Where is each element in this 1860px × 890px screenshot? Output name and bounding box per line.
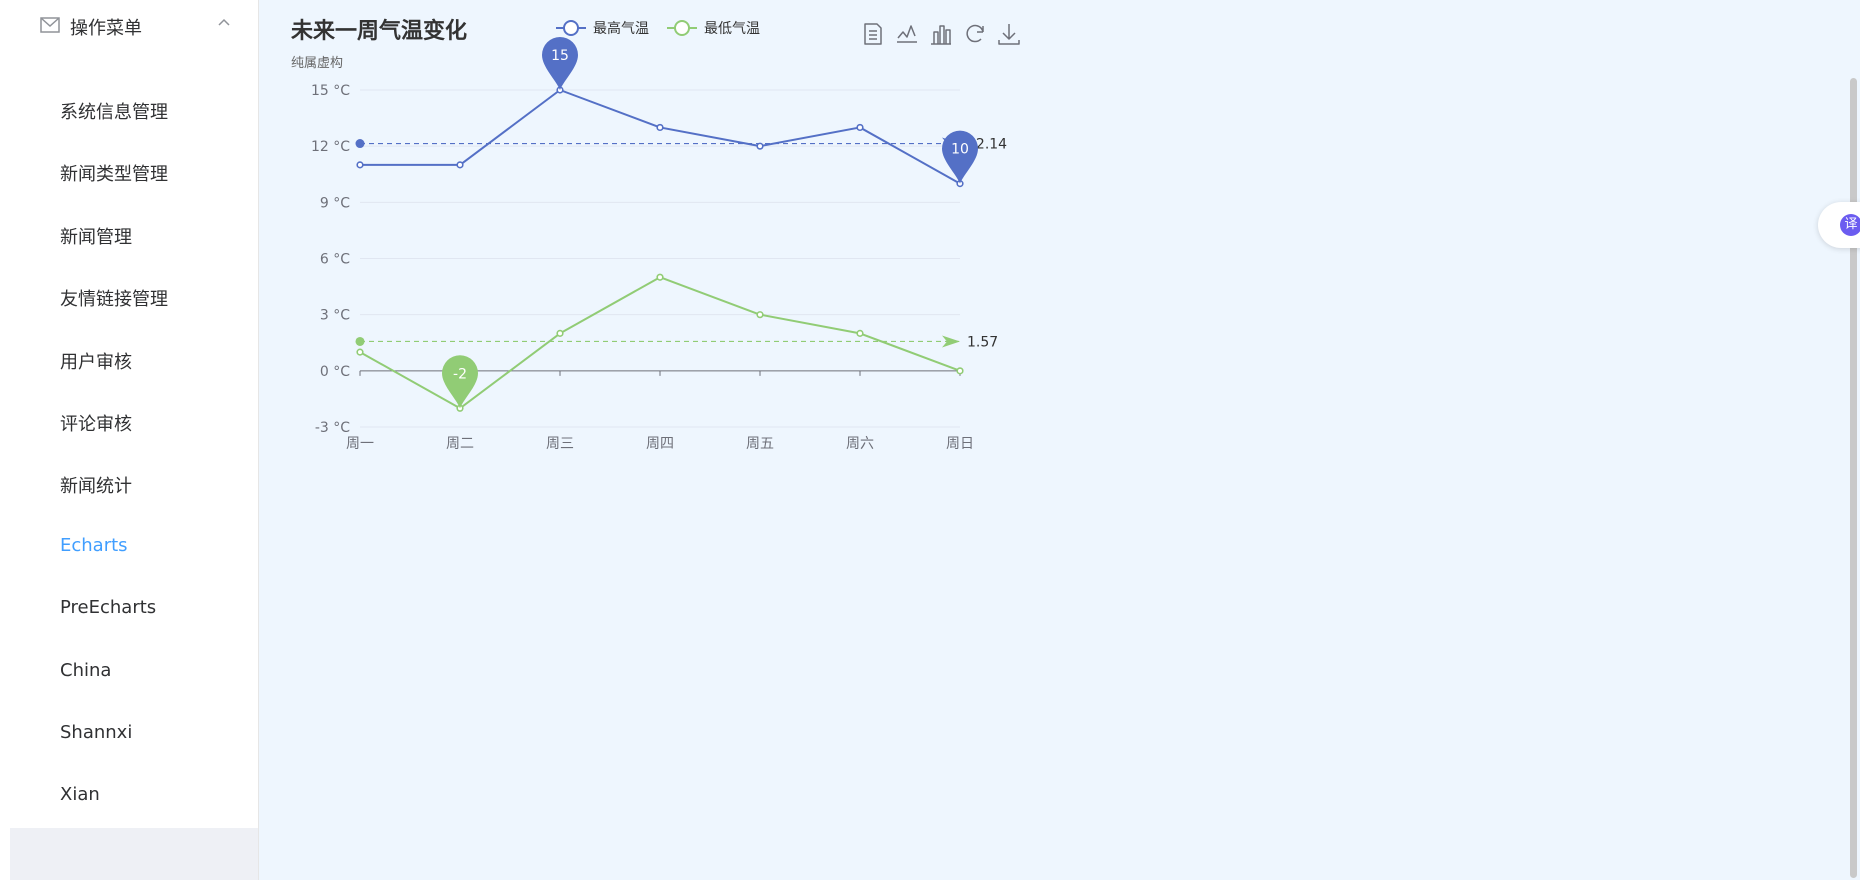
x-tick-label: 周四 bbox=[646, 436, 674, 452]
x-tick-label: 周二 bbox=[446, 436, 474, 452]
sidebar: 操作菜单 系统信息管理 新闻类型管理 新闻管理友情链接管理 用户审核评论审核新闻统计 E… bbox=[10, 0, 259, 880]
sidebar-item-label: Xian bbox=[60, 784, 100, 806]
average-label: 1.57 bbox=[967, 334, 998, 350]
data-point[interactable] bbox=[356, 348, 364, 356]
sidebar-item-preecharts[interactable]: PreEcharts bbox=[10, 581, 258, 637]
restore-icon[interactable] bbox=[963, 22, 987, 46]
x-tick-label: 周六 bbox=[846, 436, 874, 452]
translate-button[interactable]: 译 bbox=[1818, 202, 1860, 248]
y-tick-label: 0 °C bbox=[320, 364, 350, 380]
sidebar-item-label: 新闻管理 bbox=[60, 226, 132, 248]
sidebar-item--[interactable]: 系统信息管理 bbox=[10, 82, 258, 138]
data-point[interactable] bbox=[856, 123, 864, 132]
chevron-up-icon[interactable] bbox=[218, 18, 230, 26]
bottom-strip bbox=[0, 880, 1860, 890]
data-point[interactable] bbox=[756, 142, 764, 150]
sidebar-item-label: 评论审核 bbox=[60, 414, 132, 435]
data-point[interactable] bbox=[556, 329, 564, 337]
mail-icon bbox=[40, 17, 60, 33]
average-arrow bbox=[942, 335, 960, 348]
y-tick-label: -3 °C bbox=[315, 420, 350, 436]
sidebar-item-echarts[interactable]: Echarts bbox=[10, 519, 258, 575]
sidebar-item-label: PreEcharts bbox=[60, 597, 157, 619]
y-tick-label: 6 °C bbox=[320, 252, 350, 268]
chart-title: 未来一周气温变化 bbox=[291, 18, 467, 44]
chart-subtitle: 纯属虚构 bbox=[291, 56, 343, 71]
y-tick-label: 3 °C bbox=[320, 308, 350, 324]
legend-symbol[interactable] bbox=[674, 20, 690, 36]
sidebar-item--[interactable]: 用户审核 bbox=[10, 332, 258, 388]
bar-chart-icon[interactable] bbox=[929, 22, 953, 46]
temperature-chart: 未来一周气温变化 纯属虚构 最高气温 最低气温 -3 °C 0 °C 3 °C 6 °C… bbox=[291, 18, 1021, 452]
y-tick-label: 15 °C bbox=[311, 83, 350, 99]
save-image-icon[interactable] bbox=[997, 22, 1021, 46]
sidebar-item--[interactable]: 新闻类型管理 bbox=[10, 144, 258, 200]
y-tick-label: 12 °C bbox=[311, 139, 350, 155]
data-view-icon[interactable] bbox=[861, 22, 885, 46]
sidebar-item-label: 友情链接管理 bbox=[60, 289, 168, 311]
legend-item-label[interactable]: 最低气温 bbox=[704, 21, 760, 37]
x-tick-label: 周三 bbox=[546, 436, 574, 452]
sidebar-item-xian[interactable]: Xian bbox=[10, 768, 258, 824]
data-point[interactable] bbox=[656, 123, 664, 132]
scrollbar-thumb[interactable] bbox=[1850, 78, 1857, 878]
average-lines: 12.141.57 bbox=[355, 137, 1007, 350]
sidebar-item-label: 用户审核 bbox=[60, 351, 132, 373]
legend-item-label[interactable]: 最高气温 bbox=[593, 20, 649, 37]
x-tick-label: 周日 bbox=[946, 436, 974, 452]
y-tick-label: 9 °C bbox=[320, 195, 350, 211]
chart-legend: 最高气温 最低气温 bbox=[556, 20, 760, 37]
data-point[interactable] bbox=[956, 367, 964, 375]
x-axis: 周一 周二 周三 周四 周五 周六 周日 bbox=[346, 370, 974, 452]
sidebar-item--[interactable]: 评论审核 bbox=[10, 394, 258, 450]
sidebar-item--[interactable]: 新闻管理 bbox=[10, 207, 258, 263]
sidebar-item-label: 系统信息管理 bbox=[60, 102, 168, 123]
line-chart-icon[interactable] bbox=[895, 22, 919, 46]
mark-label: 10 bbox=[951, 142, 969, 158]
legend-symbol[interactable] bbox=[563, 20, 579, 36]
x-tick-label: 周一 bbox=[346, 436, 374, 452]
sidebar-item-label: Echarts bbox=[60, 534, 128, 556]
mark-label: 15 bbox=[551, 48, 569, 64]
sidebar-item--[interactable]: 友情链接管理 bbox=[10, 269, 258, 325]
y-axis: -3 °C 0 °C 3 °C 6 °C 9 °C 12 °C 15 °C bbox=[311, 83, 350, 436]
mark-label: -2 bbox=[453, 366, 467, 382]
data-point[interactable] bbox=[856, 329, 864, 337]
sidebar-item-label: 新闻类型管理 bbox=[60, 164, 168, 186]
sidebar-item-china[interactable]: China bbox=[10, 644, 258, 700]
series-line-1 bbox=[360, 89, 961, 185]
mark-points: 15 10 -2 bbox=[442, 37, 978, 409]
sidebar-item--[interactable]: 新闻统计 bbox=[10, 456, 258, 512]
submenu-title-label: 操作菜单 bbox=[70, 18, 142, 39]
translate-icon: 译 bbox=[1840, 214, 1860, 236]
data-point[interactable] bbox=[756, 311, 764, 319]
sidebar-item-shannxi[interactable]: Shannxi bbox=[10, 706, 258, 762]
sidebar-item-label: China bbox=[60, 659, 112, 681]
chart-toolbox bbox=[861, 22, 1021, 46]
data-point[interactable] bbox=[356, 161, 364, 169]
data-point[interactable] bbox=[456, 161, 464, 169]
sidebar-item-label: 新闻统计 bbox=[60, 476, 132, 498]
x-tick-label: 周五 bbox=[746, 436, 774, 452]
data-point[interactable] bbox=[656, 273, 664, 281]
sidebar-item-label: Shannxi bbox=[60, 722, 133, 743]
submenu-operations[interactable]: 操作菜单 bbox=[10, 0, 258, 52]
sidebar-footer bbox=[10, 828, 258, 880]
